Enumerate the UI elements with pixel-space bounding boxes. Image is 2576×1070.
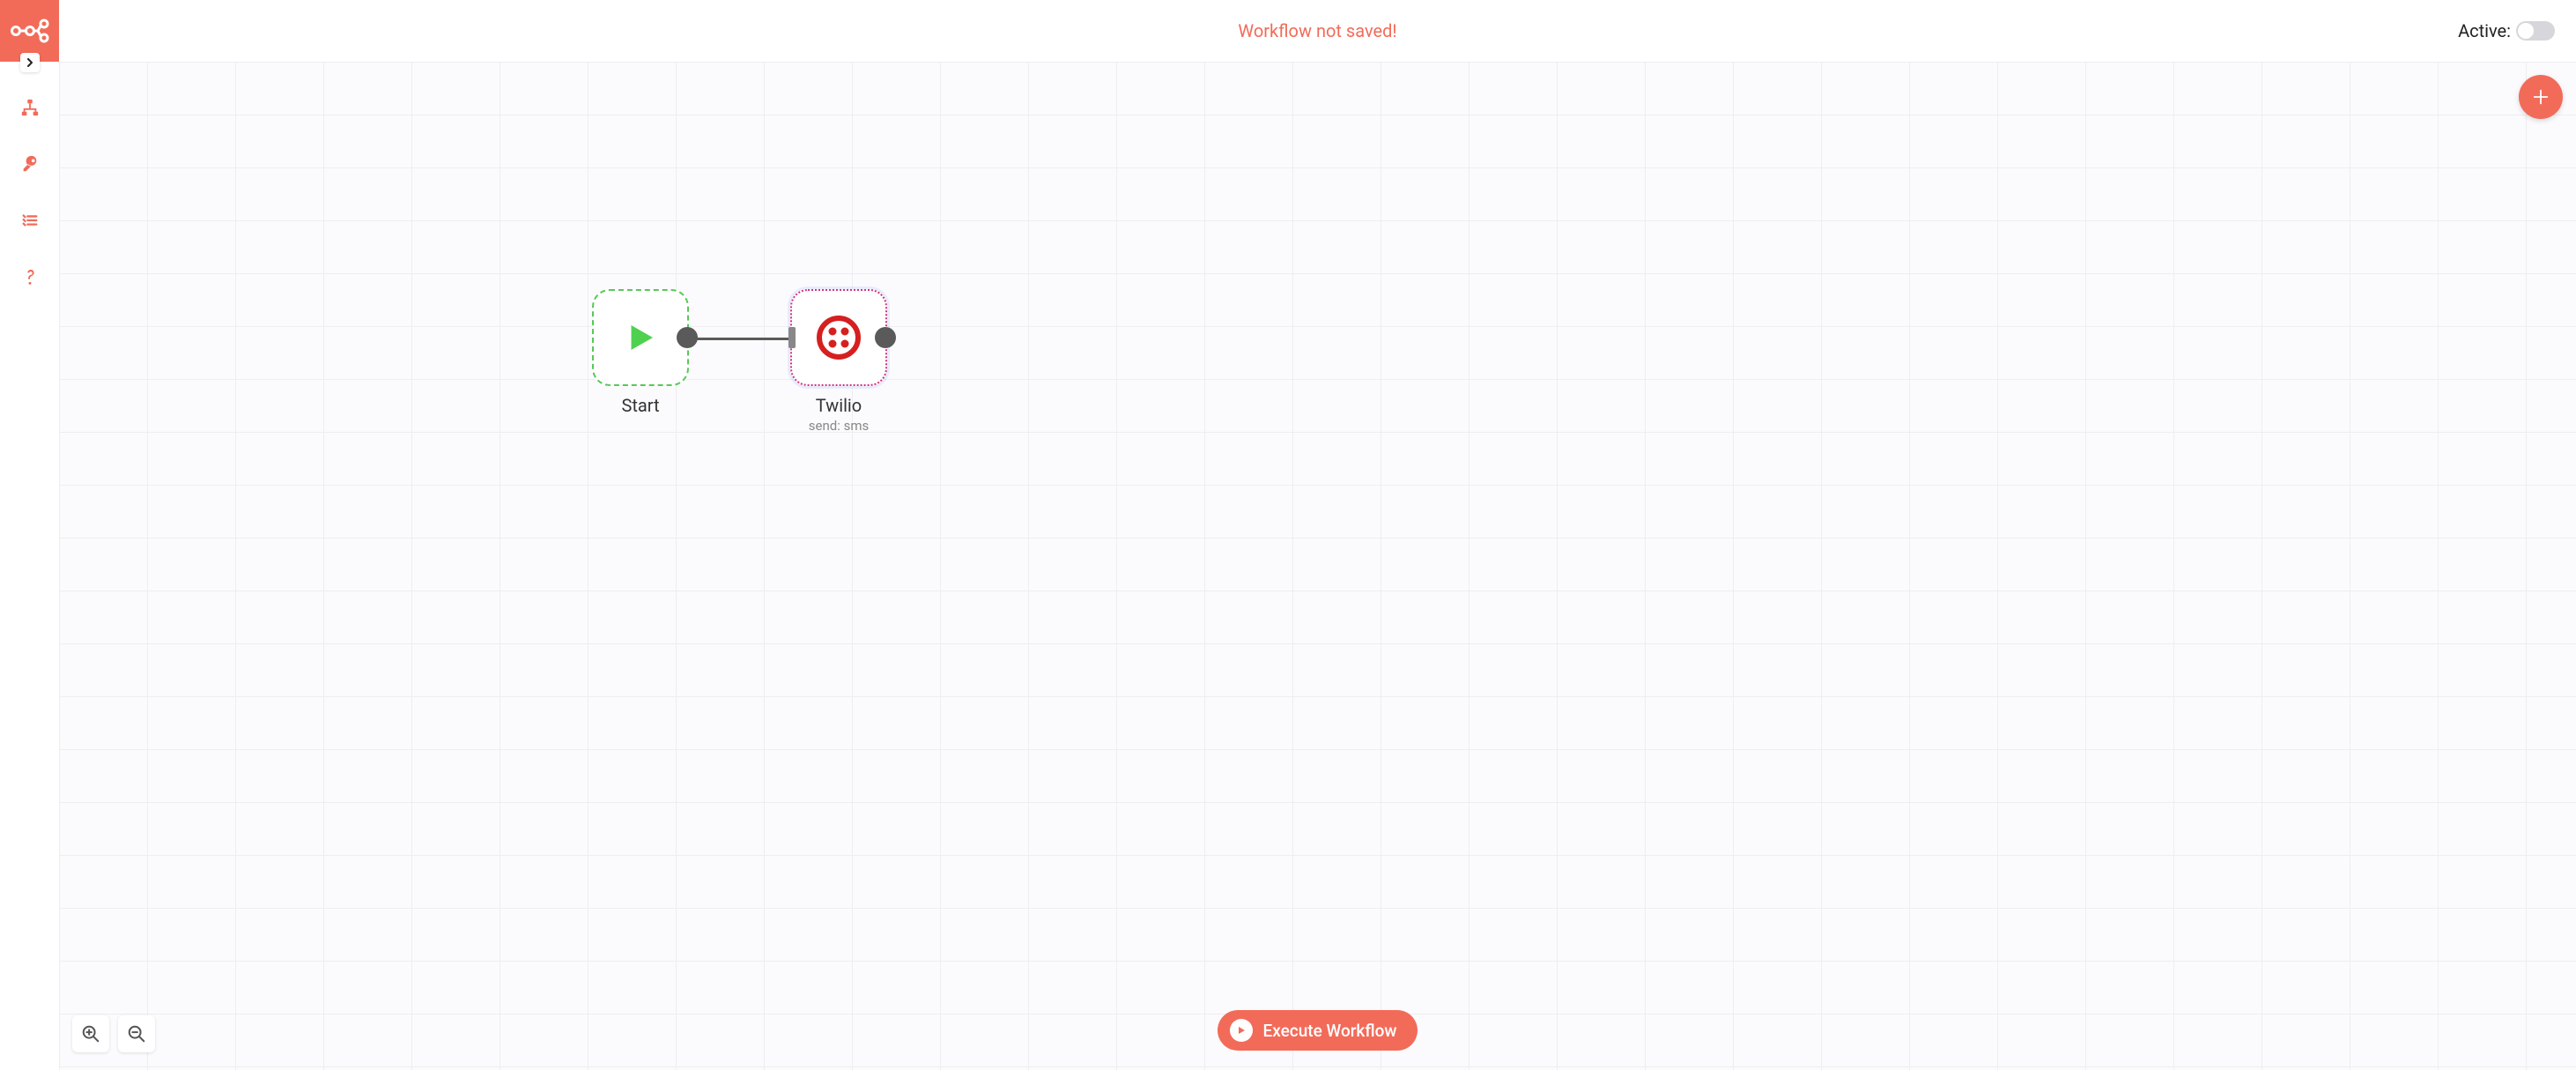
question-icon <box>23 267 37 286</box>
node-twilio-input-port[interactable] <box>788 327 796 348</box>
workflow-status-text: Workflow not saved! <box>1238 20 1396 41</box>
sidebar-item-executions[interactable] <box>12 210 48 231</box>
zoom-controls <box>72 1015 155 1052</box>
app-logo[interactable] <box>0 0 59 62</box>
node-twilio[interactable] <box>790 289 887 386</box>
active-toggle[interactable] <box>2516 21 2555 41</box>
edge-start-to-twilio[interactable] <box>689 338 795 340</box>
play-icon <box>622 319 659 356</box>
execute-play-icon <box>1230 1019 1253 1042</box>
execute-workflow-button[interactable]: Execute Workflow <box>1218 1010 1418 1051</box>
node-start[interactable] <box>592 289 689 386</box>
sidebar-item-workflows[interactable] <box>12 97 48 118</box>
active-label: Active: <box>2458 20 2511 41</box>
node-twilio-sublabel: send: sms <box>809 418 869 434</box>
plus-icon <box>2531 87 2550 107</box>
node-twilio-label: Twilio <box>816 395 862 416</box>
key-icon <box>20 154 40 174</box>
execute-workflow-label: Execute Workflow <box>1263 1021 1397 1041</box>
add-node-button[interactable] <box>2519 75 2563 119</box>
list-icon <box>20 211 40 230</box>
toggle-knob <box>2518 23 2534 39</box>
zoom-in-icon <box>81 1024 100 1044</box>
node-start-label: Start <box>621 395 659 416</box>
node-start-output-port[interactable] <box>677 327 698 348</box>
zoom-in-button[interactable] <box>72 1015 109 1052</box>
node-twilio-output-port[interactable] <box>875 327 896 348</box>
sidebar-item-help[interactable] <box>12 266 48 287</box>
node-wrapper-twilio: Twilio send: sms <box>790 289 887 434</box>
sidebar-nav <box>12 97 48 287</box>
chevron-right-icon <box>26 58 34 67</box>
sidebar <box>0 0 59 1070</box>
main-area: Workflow not saved! Active: Start <box>59 0 2576 1070</box>
sidebar-expand-button[interactable] <box>20 53 40 72</box>
sidebar-item-credentials[interactable] <box>12 153 48 175</box>
workflows-icon <box>20 98 40 117</box>
header: Workflow not saved! Active: <box>59 0 2576 62</box>
zoom-out-button[interactable] <box>118 1015 155 1052</box>
node-wrapper-start: Start <box>592 289 689 416</box>
active-toggle-group: Active: <box>2458 0 2555 62</box>
workflow-canvas[interactable]: Start Twilio send: sms <box>59 62 2576 1070</box>
twilio-icon <box>817 316 861 360</box>
zoom-out-icon <box>127 1024 146 1044</box>
n8n-logo-icon <box>11 19 49 43</box>
